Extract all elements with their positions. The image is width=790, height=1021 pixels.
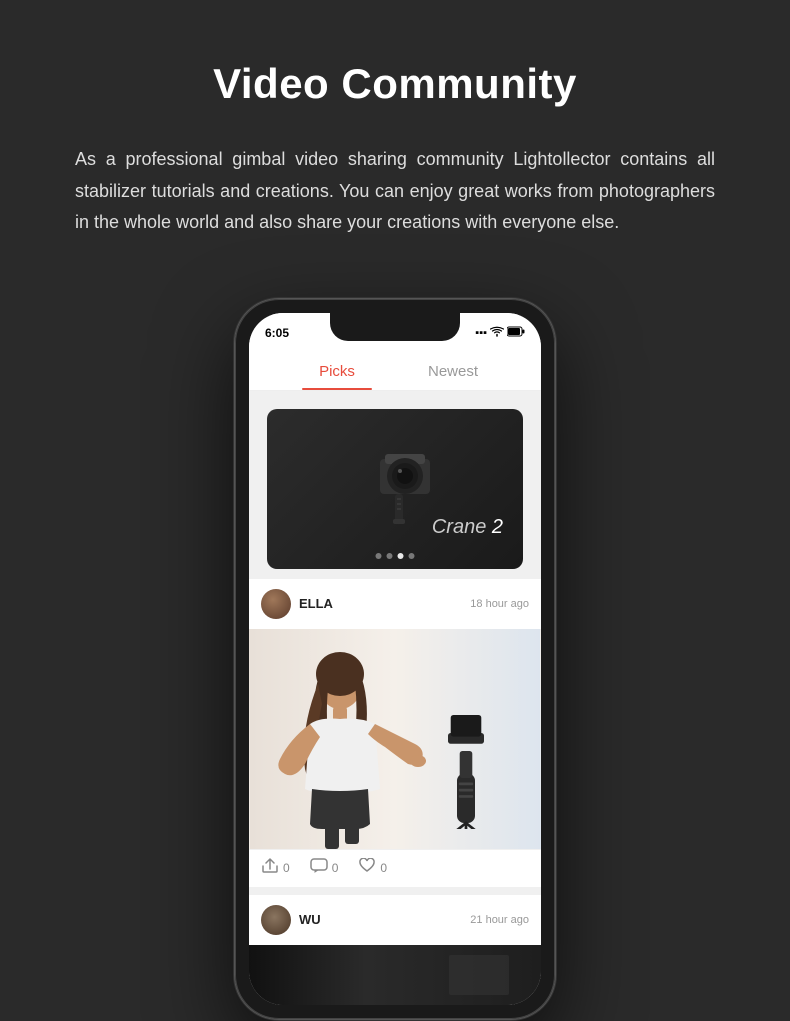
post-user-ella: ELLA [261, 589, 333, 619]
post-photo-wu [249, 945, 541, 1005]
comment-action[interactable]: 0 [310, 858, 339, 879]
phone-screen: 6:05 ▪▪▪ [249, 313, 541, 1005]
heart-icon [358, 858, 376, 879]
avatar-ella [261, 589, 291, 619]
dot-1[interactable] [376, 553, 382, 559]
avatar-image-ella [261, 589, 291, 619]
avatar-wu [261, 905, 291, 935]
phone-wrapper: 6:05 ▪▪▪ [55, 299, 735, 1019]
dot-3[interactable] [398, 553, 404, 559]
status-icons: ▪▪▪ [475, 326, 525, 340]
wifi-icon [490, 326, 504, 340]
share-count: 0 [283, 861, 290, 875]
description-text: As a professional gimbal video sharing c… [55, 144, 735, 239]
banner-product-label: Crane 2 [432, 516, 503, 539]
banner-dots [376, 553, 415, 559]
post-gimbal-ella [421, 709, 511, 829]
post-time-ella: 18 hour ago [470, 598, 529, 610]
tab-newest[interactable]: Newest [395, 353, 511, 390]
phone-mockup: 6:05 ▪▪▪ [235, 299, 555, 1019]
share-icon [261, 858, 279, 879]
product-banner: Crane 2 [267, 409, 523, 569]
post-item-ella: ELLA 18 hour ago [249, 579, 541, 887]
comment-count: 0 [332, 861, 339, 875]
notch [330, 313, 460, 341]
avatar-image-wu [261, 905, 291, 935]
post-actions-ella: 0 0 [249, 849, 541, 887]
username-wu: WU [299, 912, 321, 927]
tab-picks[interactable]: Picks [279, 353, 395, 390]
share-action[interactable]: 0 [261, 858, 290, 879]
comment-icon [310, 858, 328, 879]
post-header-ella: ELLA 18 hour ago [249, 579, 541, 629]
status-bar: 6:05 ▪▪▪ [249, 313, 541, 353]
post-user-wu: WU [261, 905, 321, 935]
app-tabs: Picks Newest [249, 353, 541, 391]
dot-2[interactable] [387, 553, 393, 559]
post-image-wu [249, 945, 541, 1005]
status-time: 6:05 [265, 326, 289, 340]
banner-wrapper: Crane 2 [249, 391, 541, 569]
post-header-wu: WU 21 hour ago [249, 895, 541, 945]
post-item-wu: WU 21 hour ago [249, 895, 541, 1005]
username-ella: ELLA [299, 596, 333, 611]
signal-icon: ▪▪▪ [475, 327, 487, 339]
post-image-ella[interactable] [249, 629, 541, 849]
like-action[interactable]: 0 [358, 858, 387, 879]
page-title: Video Community [213, 60, 577, 108]
battery-icon [507, 326, 525, 340]
dot-4[interactable] [409, 553, 415, 559]
like-count: 0 [380, 861, 387, 875]
content-wrapper: Video Community As a professional gimbal… [55, 60, 735, 1019]
post-time-wu: 21 hour ago [470, 914, 529, 926]
banner-product-number: 2 [492, 516, 503, 538]
